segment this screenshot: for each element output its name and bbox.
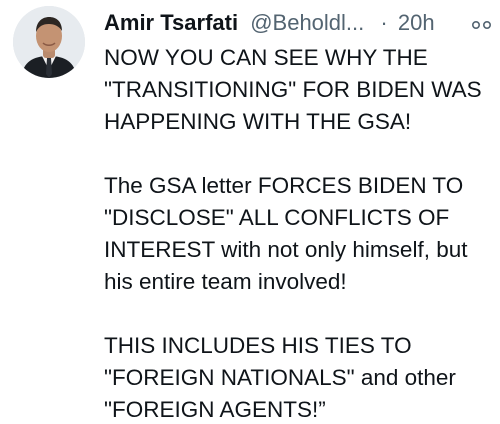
profile-photo-icon (13, 6, 85, 78)
tweet-text: NOW YOU CAN SEE WHY THE "TRANSITIONING" … (104, 42, 496, 424)
avatar[interactable] (13, 6, 85, 78)
author-name[interactable]: Amir Tsarfati (104, 10, 238, 35)
tweet-paragraph: NOW YOU CAN SEE WHY THE "TRANSITIONING" … (104, 45, 482, 134)
separator-dot: · (380, 10, 388, 35)
tweet-paragraph: THIS INCLUDES HIS TIES TO "FOREIGN NATIO… (104, 333, 456, 422)
more-options-icon[interactable] (470, 12, 494, 30)
author-handle[interactable]: @Beholdl... (250, 10, 364, 35)
tweet[interactable]: Amir Tsarfati @Beholdl... · 20h NOW YOU … (0, 0, 500, 424)
tweet-paragraph: The GSA letter FORCES BIDEN TO "DISCLOSE… (104, 173, 468, 294)
tweet-header: Amir Tsarfati @Beholdl... · 20h (104, 8, 494, 42)
tweet-timestamp[interactable]: 20h (398, 10, 435, 35)
more-dots-icon (471, 21, 492, 30)
